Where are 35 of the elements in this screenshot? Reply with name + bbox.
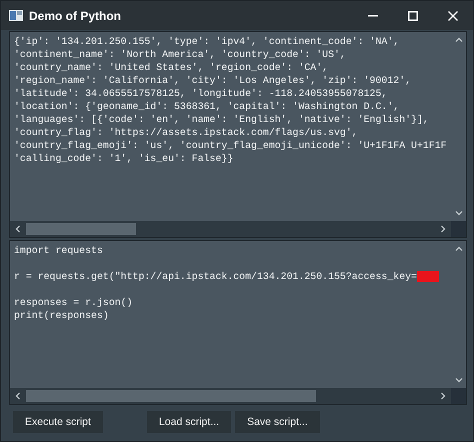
- scroll-left-icon[interactable]: [14, 225, 22, 233]
- scroll-up-icon[interactable]: [454, 245, 462, 253]
- redaction-mark: [416, 271, 439, 282]
- output-line: 'latitude': 34.0655517578125, 'longitude': -118.24053955078125,: [14, 87, 388, 100]
- scroll-right-icon[interactable]: [439, 392, 447, 400]
- output-line: 'region_name': 'California', 'city': 'Los Angeles', 'zip': '90012',: [14, 74, 412, 87]
- output-line: 'country_flag_emoji': 'us', 'country_flag_emoji_unicode': 'U+1F1FA U+1F1F: [14, 139, 447, 152]
- app-icon: [9, 10, 23, 21]
- window-title: Demo of Python: [29, 8, 122, 22]
- script-button[interactable]: Save script...: [235, 411, 320, 433]
- script-editor[interactable]: import requests r = requests.get("http://api.ipstack.com/134.201.250.155?access_key= responses = r.json() print(responses): [10, 241, 451, 388]
- scrollbar-thumb[interactable]: [26, 390, 316, 402]
- maximize-icon[interactable]: [408, 10, 418, 20]
- scroll-right-icon[interactable]: [439, 225, 447, 233]
- close-icon[interactable]: [448, 10, 458, 20]
- script-button[interactable]: Execute script: [13, 411, 103, 433]
- scroll-up-icon[interactable]: [454, 36, 462, 44]
- scroll-down-icon[interactable]: [454, 209, 462, 217]
- output-line: 'continent_name': 'North America', 'country_code': 'US',: [14, 48, 346, 61]
- output-line: 'location': {'geoname_id': 5368361, 'capital': 'Washington D.C.',: [14, 100, 400, 113]
- code-line: print(responses): [14, 309, 109, 322]
- output-line: 'country_flag': 'https://assets.ipstack.com/flags/us.svg',: [14, 126, 358, 139]
- output-line: 'languages': [{'code': 'en', 'name': 'English', 'native': 'English'}],: [14, 113, 429, 126]
- script-button[interactable]: Load script...: [146, 411, 232, 433]
- code-line: r = requests.get("http://api.ipstack.com/134.201.250.155?access_key=: [14, 270, 417, 283]
- scrollbar-thumb[interactable]: [26, 223, 136, 235]
- output-line: 'calling_code': '1', 'is_eu': False}}: [14, 152, 234, 165]
- output-line: {'ip': '134.201.250.155', 'type': 'ipv4', 'continent_code': 'NA',: [14, 35, 400, 48]
- output-area[interactable]: [10, 32, 451, 221]
- scroll-left-icon[interactable]: [14, 392, 22, 400]
- minimize-icon[interactable]: [368, 14, 378, 16]
- output-line: 'country_name': 'United States', 'region_code': 'CA',: [14, 61, 328, 74]
- code-line: responses = r.json(): [14, 296, 133, 309]
- code-line: import requests: [14, 244, 103, 257]
- scroll-down-icon[interactable]: [454, 376, 462, 384]
